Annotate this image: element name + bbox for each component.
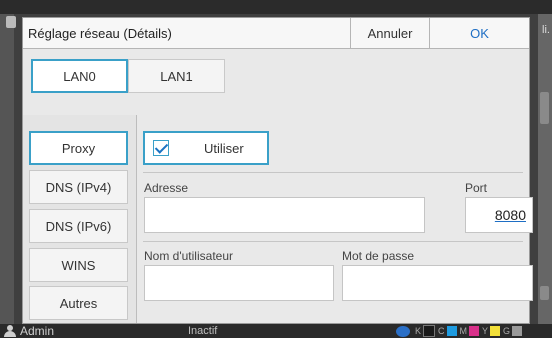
cancel-button[interactable]: Annuler [350, 18, 429, 48]
ink-g-label: G [503, 326, 511, 336]
ink-m-swatch [469, 326, 480, 336]
divider [143, 172, 523, 173]
background-right-text: li. [542, 24, 550, 36]
sidebar-item-proxy[interactable]: Proxy [29, 131, 128, 165]
dialog-title: Réglage réseau (Détails) [28, 26, 172, 41]
ink-y-label: Y [482, 326, 489, 336]
ink-c-label: C [438, 326, 445, 336]
user-name: Admin [20, 324, 55, 338]
port-field[interactable]: 8080 [465, 197, 533, 233]
port-label: Port [465, 181, 488, 195]
ink-k-label: K [415, 326, 422, 336]
ok-button[interactable]: OK [429, 18, 529, 48]
port-value: 8080 [494, 207, 526, 223]
ink-k-swatch [423, 325, 436, 337]
ink-y-swatch [490, 326, 501, 336]
background-menu-icon [6, 16, 16, 28]
use-proxy-label: Utiliser [204, 141, 244, 156]
network-settings-dialog: Réglage réseau (Détails) Annuler OK LAN0… [22, 17, 533, 324]
ink-c: C [438, 326, 457, 336]
ink-k: K [415, 325, 436, 337]
username-field[interactable] [144, 265, 334, 301]
checkbox-checked-icon [153, 140, 169, 156]
ink-y: Y [482, 326, 501, 336]
sidebar-item-wins[interactable]: WINS [29, 248, 128, 282]
use-proxy-toggle[interactable]: Utiliser [143, 131, 269, 165]
ink-levels: K C M Y G [396, 325, 523, 337]
divider [143, 241, 523, 242]
background-left-panel [0, 14, 14, 324]
address-label: Adresse [144, 181, 189, 195]
password-label: Mot de passe [342, 249, 415, 263]
ink-g-swatch [512, 326, 523, 336]
background-right-panel [538, 14, 552, 324]
ink-m-label: M [459, 326, 468, 336]
user-status[interactable]: Admin [4, 324, 54, 338]
address-field[interactable] [144, 197, 425, 233]
user-icon [4, 325, 16, 337]
username-label: Nom d'utilisateur [144, 249, 233, 263]
background-scroll-button [540, 92, 549, 124]
settings-sidebar: Proxy DNS (IPv4) DNS (IPv6) WINS Autres [23, 115, 137, 323]
ink-m: M [460, 326, 480, 336]
sidebar-item-dns-ipv4[interactable]: DNS (IPv4) [29, 170, 128, 204]
tab-lan1[interactable]: LAN1 [128, 59, 225, 93]
lan-tabs: LAN0 LAN1 [23, 49, 529, 116]
sidebar-item-autres[interactable]: Autres [29, 286, 128, 320]
screen-top-bar [0, 0, 552, 14]
ink-g: G [503, 326, 523, 336]
machine-status: Inactif [188, 325, 218, 337]
proxy-settings-panel: Utiliser Adresse Port 8080 Nom d'utilisa… [137, 115, 533, 323]
tool-icon [396, 325, 410, 337]
ink-c-swatch [446, 326, 457, 336]
tab-lan0[interactable]: LAN0 [31, 59, 128, 93]
background-scroll-button-lower [540, 286, 549, 300]
dialog-title-bar: Réglage réseau (Détails) Annuler OK [23, 18, 529, 49]
sidebar-item-dns-ipv6[interactable]: DNS (IPv6) [29, 209, 128, 243]
password-field[interactable] [342, 265, 533, 301]
status-bar: Admin Inactif K C M Y G [0, 324, 552, 338]
